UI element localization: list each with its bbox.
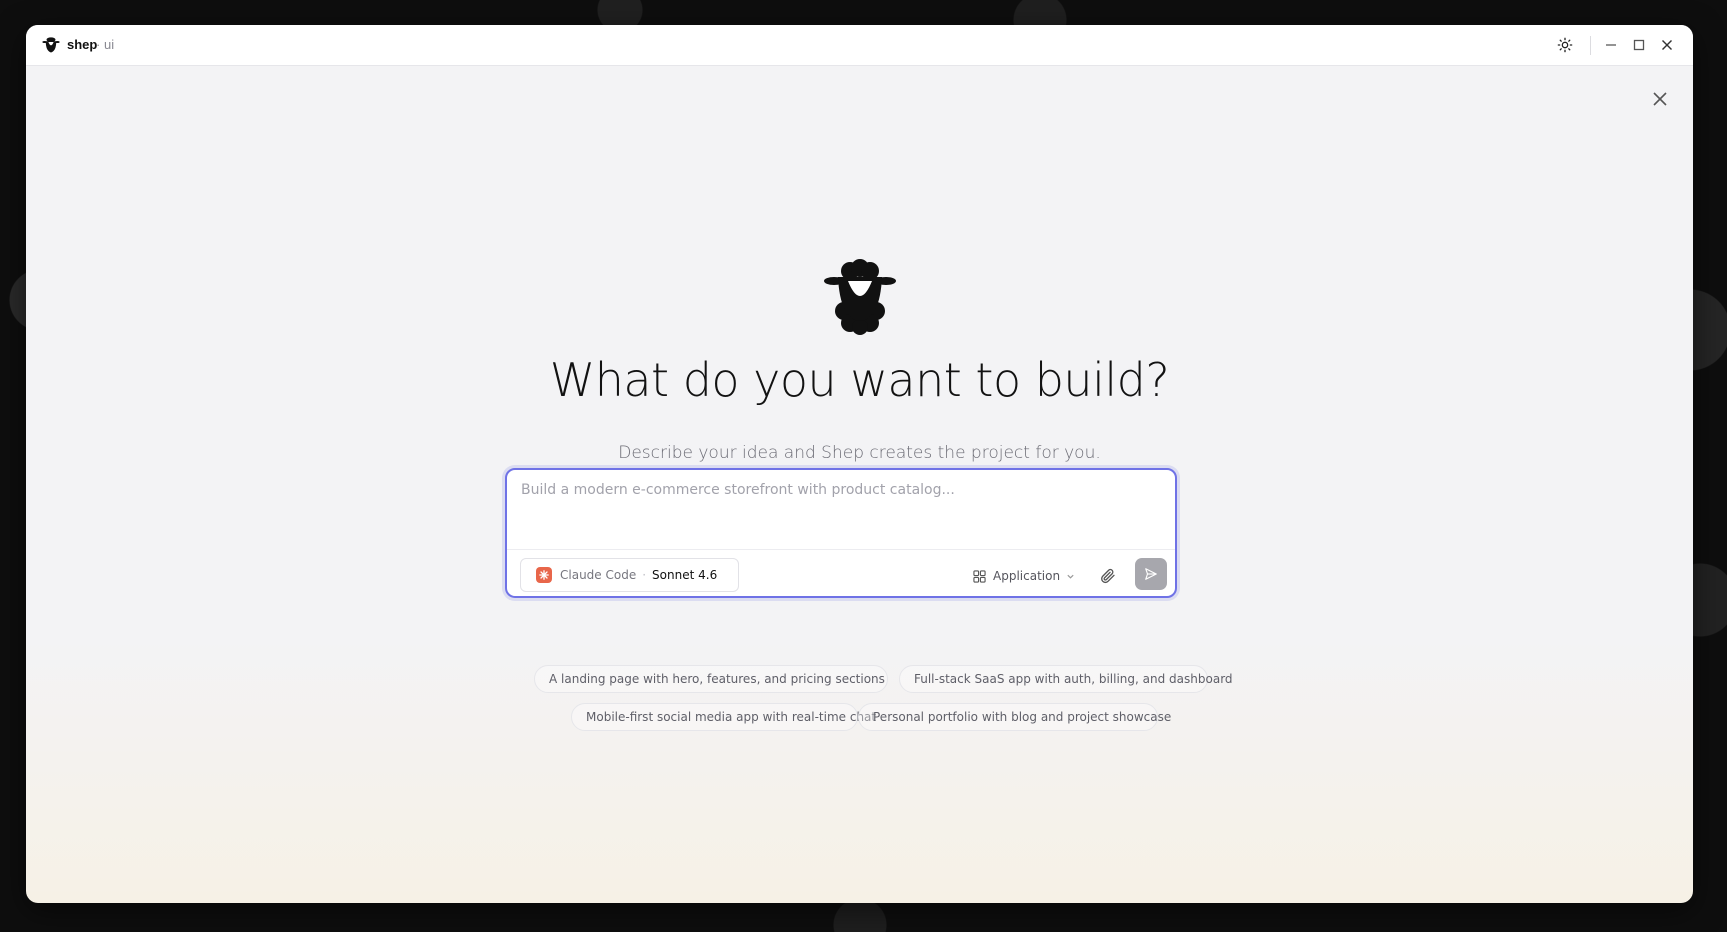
claude-icon <box>536 567 552 583</box>
attach-button[interactable] <box>1098 566 1118 586</box>
provider-label: Claude Code <box>560 568 637 582</box>
project-type-label: Application <box>993 569 1061 583</box>
title-bar: shep · ui <box>26 25 1693 66</box>
page-title: What do you want to build? <box>549 353 1170 407</box>
sheep-logo-icon <box>824 259 896 335</box>
suggestion-chip[interactable]: Full-stack SaaS app with auth, billing, … <box>899 665 1233 693</box>
minimize-icon <box>1606 44 1616 46</box>
grid-icon <box>973 569 986 583</box>
close-icon <box>1653 92 1667 106</box>
paperclip-icon <box>1101 568 1115 584</box>
chevron-down-icon <box>1067 574 1074 579</box>
close-icon <box>1662 40 1672 50</box>
model-picker[interactable]: Claude Code · Sonnet 4.6 <box>520 558 739 592</box>
sun-icon <box>1557 37 1573 53</box>
suggestion-chip[interactable]: Personal portfolio with blog and project… <box>858 703 1171 731</box>
project-type-select[interactable]: Application <box>973 566 1075 586</box>
suggestion-chip[interactable]: A landing page with hero, features, and … <box>534 665 888 693</box>
title-separator: · <box>96 37 101 52</box>
suggestion-chip[interactable]: Mobile-first social media app with real-… <box>571 703 876 731</box>
send-button[interactable] <box>1135 558 1167 590</box>
model-label: Sonnet 4.6 <box>652 568 718 582</box>
prompt-input[interactable] <box>521 482 1161 538</box>
app-subtitle: ui <box>104 37 115 52</box>
prompt-composer: Claude Code · Sonnet 4.6 Application <box>505 468 1177 598</box>
page-subtitle: Describe your idea and Shep creates the … <box>618 443 1101 463</box>
composer-divider <box>507 549 1175 550</box>
send-icon <box>1145 568 1157 580</box>
titlebar-divider <box>1590 36 1591 55</box>
minimize-button[interactable] <box>1601 35 1621 55</box>
maximize-icon <box>1633 39 1645 51</box>
app-name: shep <box>67 37 98 52</box>
sheep-logo-icon <box>42 37 60 53</box>
app-window: shep · ui What do you want to build? Des… <box>26 25 1693 903</box>
theme-toggle-button[interactable] <box>1555 35 1575 55</box>
maximize-button[interactable] <box>1629 35 1649 55</box>
window-close-button[interactable] <box>1657 35 1677 55</box>
provider-separator: · <box>642 568 647 582</box>
dialog-close-button[interactable] <box>1648 87 1672 111</box>
